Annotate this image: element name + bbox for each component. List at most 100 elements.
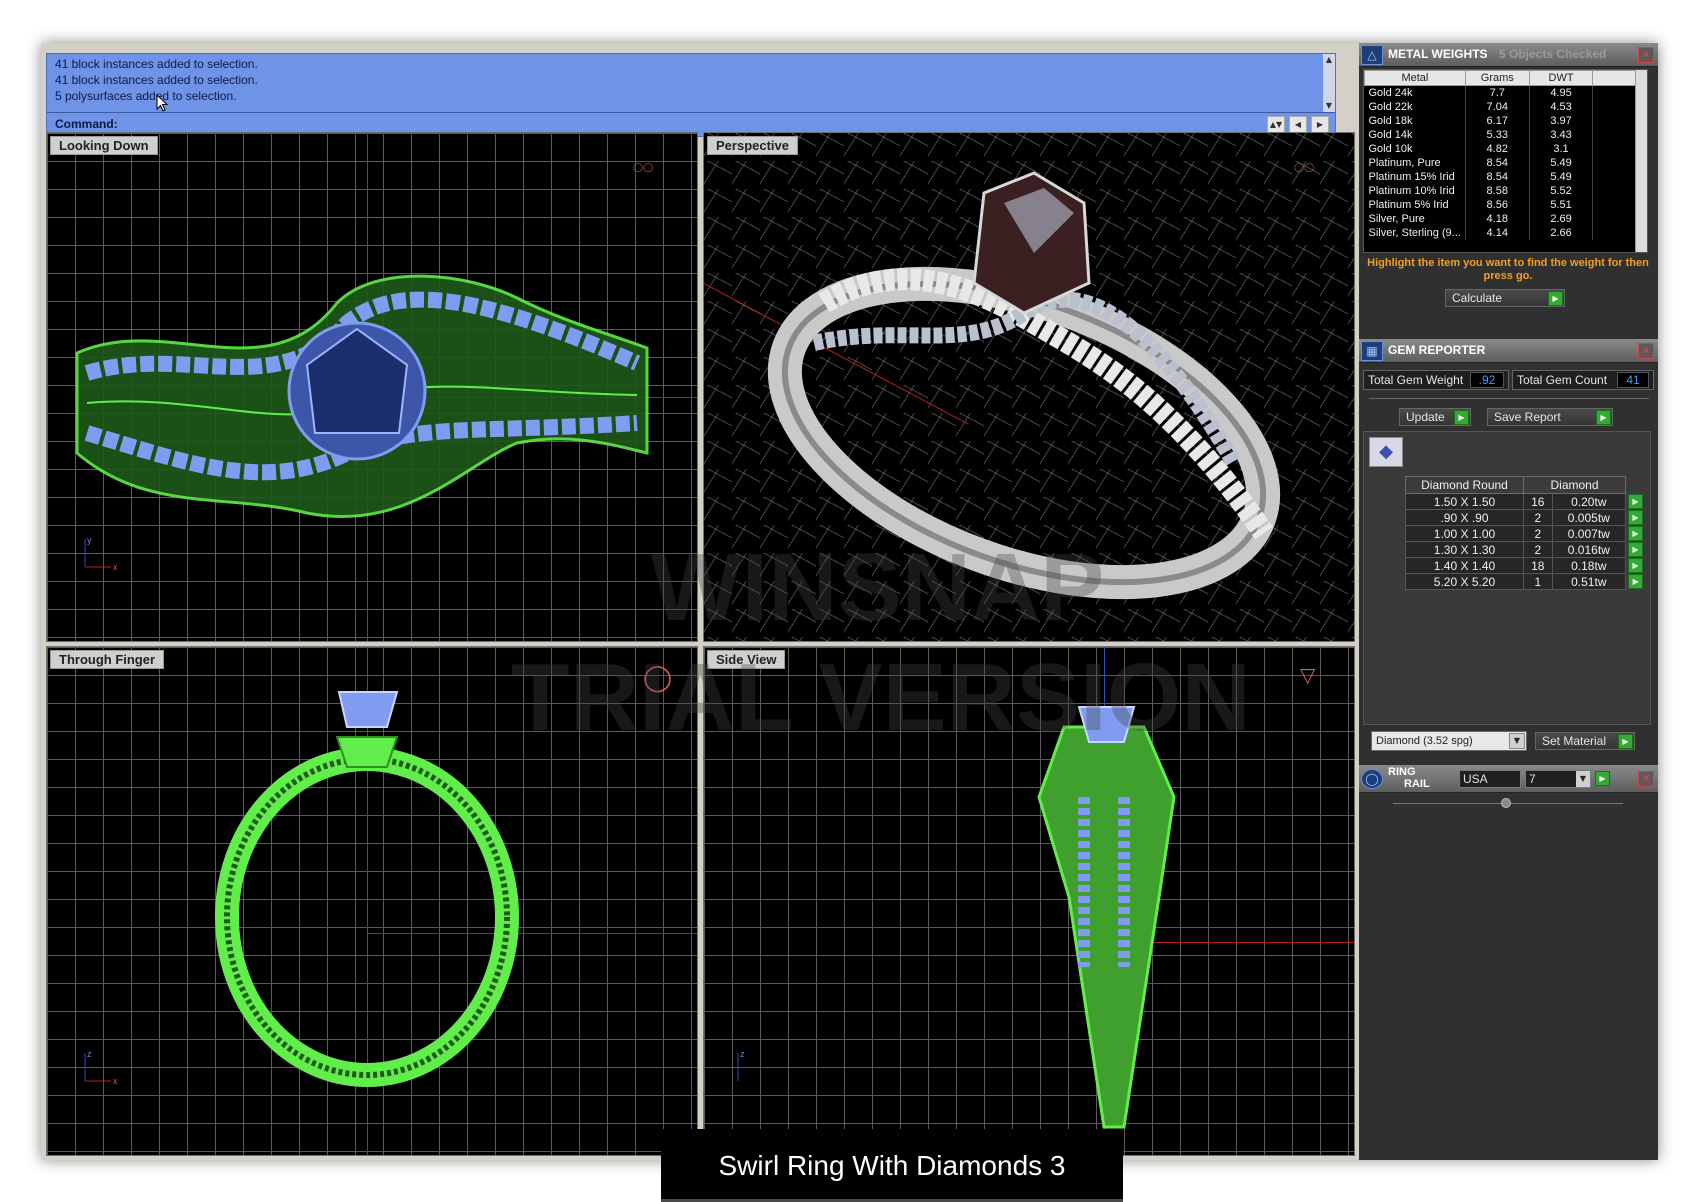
- table-row[interactable]: Platinum 10% Irid 8.58 5.52: [1364, 183, 1636, 198]
- ring-rail-title-line1: RING: [1388, 766, 1416, 778]
- cursor-arrow-icon: [156, 94, 168, 112]
- grams-cell: 4.82: [1465, 141, 1530, 156]
- total-gem-count-label: Total Gem Count: [1517, 373, 1608, 387]
- command-area: 41 block instances added to selection. 4…: [46, 53, 1336, 137]
- scroll-down-icon[interactable]: ▼: [1323, 100, 1335, 112]
- close-icon[interactable]: ✕: [1638, 771, 1654, 787]
- svg-text:y: y: [87, 535, 92, 545]
- dropdown-arrow-icon[interactable]: ▼: [1509, 733, 1525, 749]
- viewport-through-finger[interactable]: Through Finger zx ◯: [46, 646, 698, 1156]
- table-row[interactable]: 1.50 X 1.50 16 0.20tw ▶: [1405, 493, 1644, 510]
- table-row[interactable]: Platinum, Pure 8.54 5.49: [1364, 155, 1636, 170]
- calculate-label: Calculate: [1452, 291, 1503, 305]
- total-gem-count-field: Total Gem Count 41: [1512, 370, 1654, 390]
- column-header[interactable]: Metal: [1364, 70, 1466, 86]
- metal-name-cell: Gold 14k: [1364, 127, 1466, 142]
- go-arrow-icon[interactable]: ▶: [1596, 410, 1611, 425]
- gem-count-cell: 16: [1523, 493, 1553, 510]
- set-material-button[interactable]: Set Material ▶: [1535, 732, 1635, 750]
- gem-reporter-header: ▦ GEM REPORTER ✕: [1359, 339, 1658, 363]
- gem-count-cell: 2: [1523, 509, 1553, 526]
- dropdown-arrow-icon[interactable]: ▼: [1576, 771, 1590, 787]
- table-row[interactable]: .90 X .90 2 0.005tw ▶: [1405, 509, 1644, 526]
- dwt-cell: 5.51: [1529, 197, 1594, 212]
- go-arrow-icon[interactable]: ▶: [1628, 558, 1643, 574]
- ring-rail-slider-thumb[interactable]: [1501, 798, 1511, 808]
- grams-cell: 8.56: [1465, 197, 1530, 212]
- command-history: 41 block instances added to selection. 4…: [47, 54, 1325, 112]
- grams-cell: 8.58: [1465, 183, 1530, 198]
- table-row[interactable]: 1.40 X 1.40 18 0.18tw ▶: [1405, 557, 1644, 574]
- gem-report-table[interactable]: Diamond Round Diamond 1.50 X 1.50 16 0.20t…: [1405, 476, 1644, 590]
- ring-size-select[interactable]: 7 ▼: [1525, 770, 1591, 788]
- column-header[interactable]: DWT: [1528, 70, 1594, 86]
- go-arrow-icon[interactable]: ▶: [1628, 526, 1643, 542]
- gem-count-cell: 2: [1523, 541, 1553, 558]
- gem-size-cell: 1.50 X 1.50: [1405, 493, 1524, 510]
- table-row[interactable]: Platinum 5% Irid 8.56 5.51: [1364, 197, 1636, 212]
- grams-cell: 4.18: [1465, 211, 1530, 226]
- table-row[interactable]: Gold 22k 7.04 4.53: [1364, 99, 1636, 114]
- total-gem-weight-value: .92: [1470, 372, 1504, 388]
- go-arrow-icon[interactable]: ▶: [1618, 734, 1633, 749]
- table-row[interactable]: Gold 14k 5.33 3.43: [1364, 127, 1636, 142]
- table-row[interactable]: Silver, Pure 4.18 2.69: [1364, 211, 1636, 226]
- side-panels: △ METAL WEIGHTS 5 Objects Checked ✕ Meta…: [1359, 43, 1658, 1160]
- table-row[interactable]: Gold 10k 4.82 3.1: [1364, 141, 1636, 156]
- table-row[interactable]: 5.20 X 5.20 1 0.51tw ▶: [1405, 573, 1644, 590]
- command-history-scrollbar[interactable]: ▲ ▼: [1323, 54, 1335, 112]
- go-arrow-icon[interactable]: ▶: [1595, 771, 1610, 786]
- go-arrow-icon[interactable]: ▶: [1628, 542, 1643, 558]
- ring-country-input[interactable]: USA: [1459, 770, 1521, 788]
- table-row[interactable]: Platinum 15% Irid 8.54 5.49: [1364, 169, 1636, 184]
- dwt-cell: 3.97: [1529, 113, 1594, 128]
- ring-rail-title: RING RAIL: [1388, 766, 1430, 790]
- ring-rail-icon: ◯: [1361, 769, 1383, 789]
- gem-weight-cell: 0.51tw: [1551, 573, 1627, 590]
- viewport-side-view[interactable]: Side View z ▽: [703, 646, 1355, 1156]
- go-arrow-icon[interactable]: ▶: [1628, 574, 1644, 590]
- metal-weights-status: 5 Objects Checked: [1499, 47, 1607, 61]
- gem-weight-cell: 0.005tw: [1551, 509, 1627, 526]
- go-arrow-icon[interactable]: ▶: [1628, 494, 1643, 510]
- table-row[interactable]: 1.30 X 1.30 2 0.016tw ▶: [1405, 541, 1644, 558]
- table-row[interactable]: 1.00 X 1.00 2 0.007tw ▶: [1405, 525, 1644, 542]
- material-select[interactable]: Diamond (3.52 spg) ▼: [1371, 731, 1527, 751]
- app-window: 41 block instances added to selection. 4…: [41, 43, 1658, 1202]
- gem-size-cell: 1.30 X 1.30: [1405, 541, 1524, 558]
- calculate-button[interactable]: Calculate ▶: [1445, 289, 1565, 307]
- dwt-cell: 5.49: [1529, 155, 1594, 170]
- svg-text:z: z: [87, 1049, 92, 1059]
- go-arrow-icon[interactable]: ▶: [1548, 291, 1563, 306]
- view-gizmo-icon: ▽: [1300, 663, 1316, 687]
- gem-reporter-icon: ▦: [1361, 341, 1383, 361]
- save-report-button[interactable]: Save Report ▶: [1487, 408, 1613, 426]
- metal-weights-table[interactable]: Metal Grams DWT Gold 24k 7.7 4.95 Gold 22k 7…: [1363, 69, 1648, 253]
- scroll-up-icon[interactable]: ▲: [1323, 54, 1335, 66]
- dwt-cell: 3.43: [1529, 127, 1594, 142]
- gem-count-cell: 2: [1523, 525, 1553, 542]
- ring-rail-title-line2: RAIL: [1404, 778, 1430, 790]
- grams-cell: 7.7: [1465, 85, 1530, 100]
- divider: [1369, 398, 1649, 399]
- table-row[interactable]: Gold 18k 6.17 3.97: [1364, 113, 1636, 128]
- update-button[interactable]: Update ▶: [1399, 408, 1471, 426]
- table-row[interactable]: Silver, Sterling (9... 4.14 2.66: [1364, 225, 1636, 240]
- table-row[interactable]: Gold 24k 7.7 4.95: [1364, 85, 1636, 100]
- metal-weights-scrollbar[interactable]: [1635, 70, 1647, 252]
- viewport-perspective[interactable]: Perspective ◯◯: [703, 132, 1355, 642]
- viewport-title: Side View: [707, 650, 786, 669]
- dwt-cell: 5.52: [1529, 183, 1594, 198]
- close-icon[interactable]: ✕: [1638, 47, 1654, 63]
- command-history-line: 5 polysurfaces added to selection.: [55, 89, 237, 103]
- column-header[interactable]: Grams: [1464, 70, 1530, 86]
- go-arrow-icon[interactable]: ▶: [1628, 510, 1643, 526]
- metal-name-cell: Gold 18k: [1364, 113, 1466, 128]
- dwt-cell: 3.1: [1529, 141, 1594, 156]
- gem-reporter-title: GEM REPORTER: [1388, 343, 1486, 357]
- gem-size-cell: 5.20 X 5.20: [1405, 573, 1524, 590]
- close-icon[interactable]: ✕: [1638, 343, 1654, 359]
- ring-size-value: 7: [1529, 772, 1536, 786]
- viewport-looking-down[interactable]: Looking Down yx ◯◯: [46, 132, 698, 642]
- go-arrow-icon[interactable]: ▶: [1454, 410, 1469, 425]
